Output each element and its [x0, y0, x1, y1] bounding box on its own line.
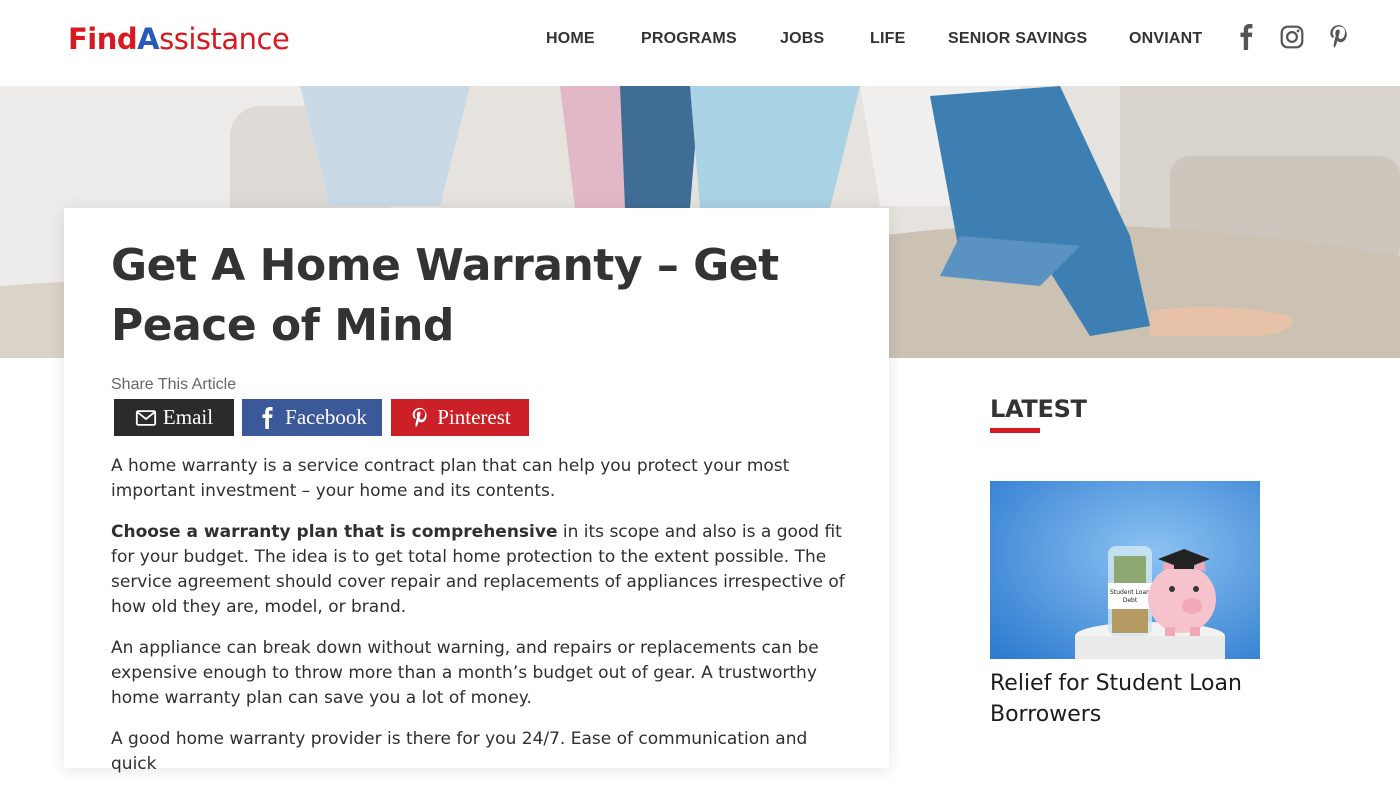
- share-pinterest-label: Pinterest: [437, 405, 511, 429]
- article-paragraph: A home warranty is a service contract pl…: [111, 456, 790, 501]
- nav-life[interactable]: LIFE: [870, 30, 905, 48]
- share-pinterest-button[interactable]: Pinterest: [391, 399, 529, 436]
- latest-heading: LATEST: [990, 395, 1087, 423]
- article-card: Get A Home Warranty – Get Peace of Mind …: [64, 208, 889, 774]
- share-email-label: Email: [162, 405, 214, 429]
- article-paragraph: A good home warranty provider is there f…: [111, 729, 808, 774]
- nav-jobs[interactable]: JOBS: [780, 30, 824, 48]
- share-email-button[interactable]: Email: [114, 399, 234, 436]
- article-body: A home warranty is a service contract pl…: [111, 454, 846, 793]
- instagram-icon[interactable]: [1279, 24, 1305, 50]
- facebook-icon[interactable]: [1234, 24, 1260, 50]
- article-paragraph: Choose a warranty plan that is comprehen…: [111, 520, 846, 620]
- jar-label: Student Loan: [1110, 589, 1150, 596]
- share-facebook-button[interactable]: Facebook: [242, 399, 382, 436]
- heading-underline: [990, 428, 1040, 433]
- piggy-bank-jar-illustration: Student Loan Debt: [990, 481, 1260, 659]
- latest-article-thumbnail[interactable]: Student Loan Debt: [990, 481, 1260, 659]
- envelope-icon: [135, 409, 157, 426]
- main-nav: HOME PROGRAMS JOBS LIFE SENIOR SAVINGS O…: [0, 30, 1400, 52]
- article-paragraph: An appliance can break down without warn…: [111, 638, 819, 708]
- facebook-icon: [262, 406, 273, 429]
- article-bold-text: Choose a warranty plan that is comprehen…: [111, 522, 558, 542]
- share-label: Share This Article: [111, 376, 237, 393]
- nav-senior-savings[interactable]: SENIOR SAVINGS: [948, 30, 1087, 48]
- share-facebook-label: Facebook: [285, 405, 367, 429]
- jar-label: Debt: [1123, 597, 1138, 604]
- nav-onviant[interactable]: ONVIANT: [1129, 30, 1202, 48]
- article-title: Get A Home Warranty – Get Peace of Mind: [111, 240, 779, 351]
- nav-programs[interactable]: PROGRAMS: [641, 30, 737, 48]
- nav-home[interactable]: HOME: [546, 30, 595, 48]
- pinterest-icon[interactable]: [1326, 24, 1352, 50]
- site-header: FindAssistance HOME PROGRAMS JOBS LIFE S…: [0, 0, 1400, 86]
- latest-article-link[interactable]: Relief for Student Loan Borrowers: [990, 668, 1280, 730]
- pinterest-icon: [412, 407, 427, 427]
